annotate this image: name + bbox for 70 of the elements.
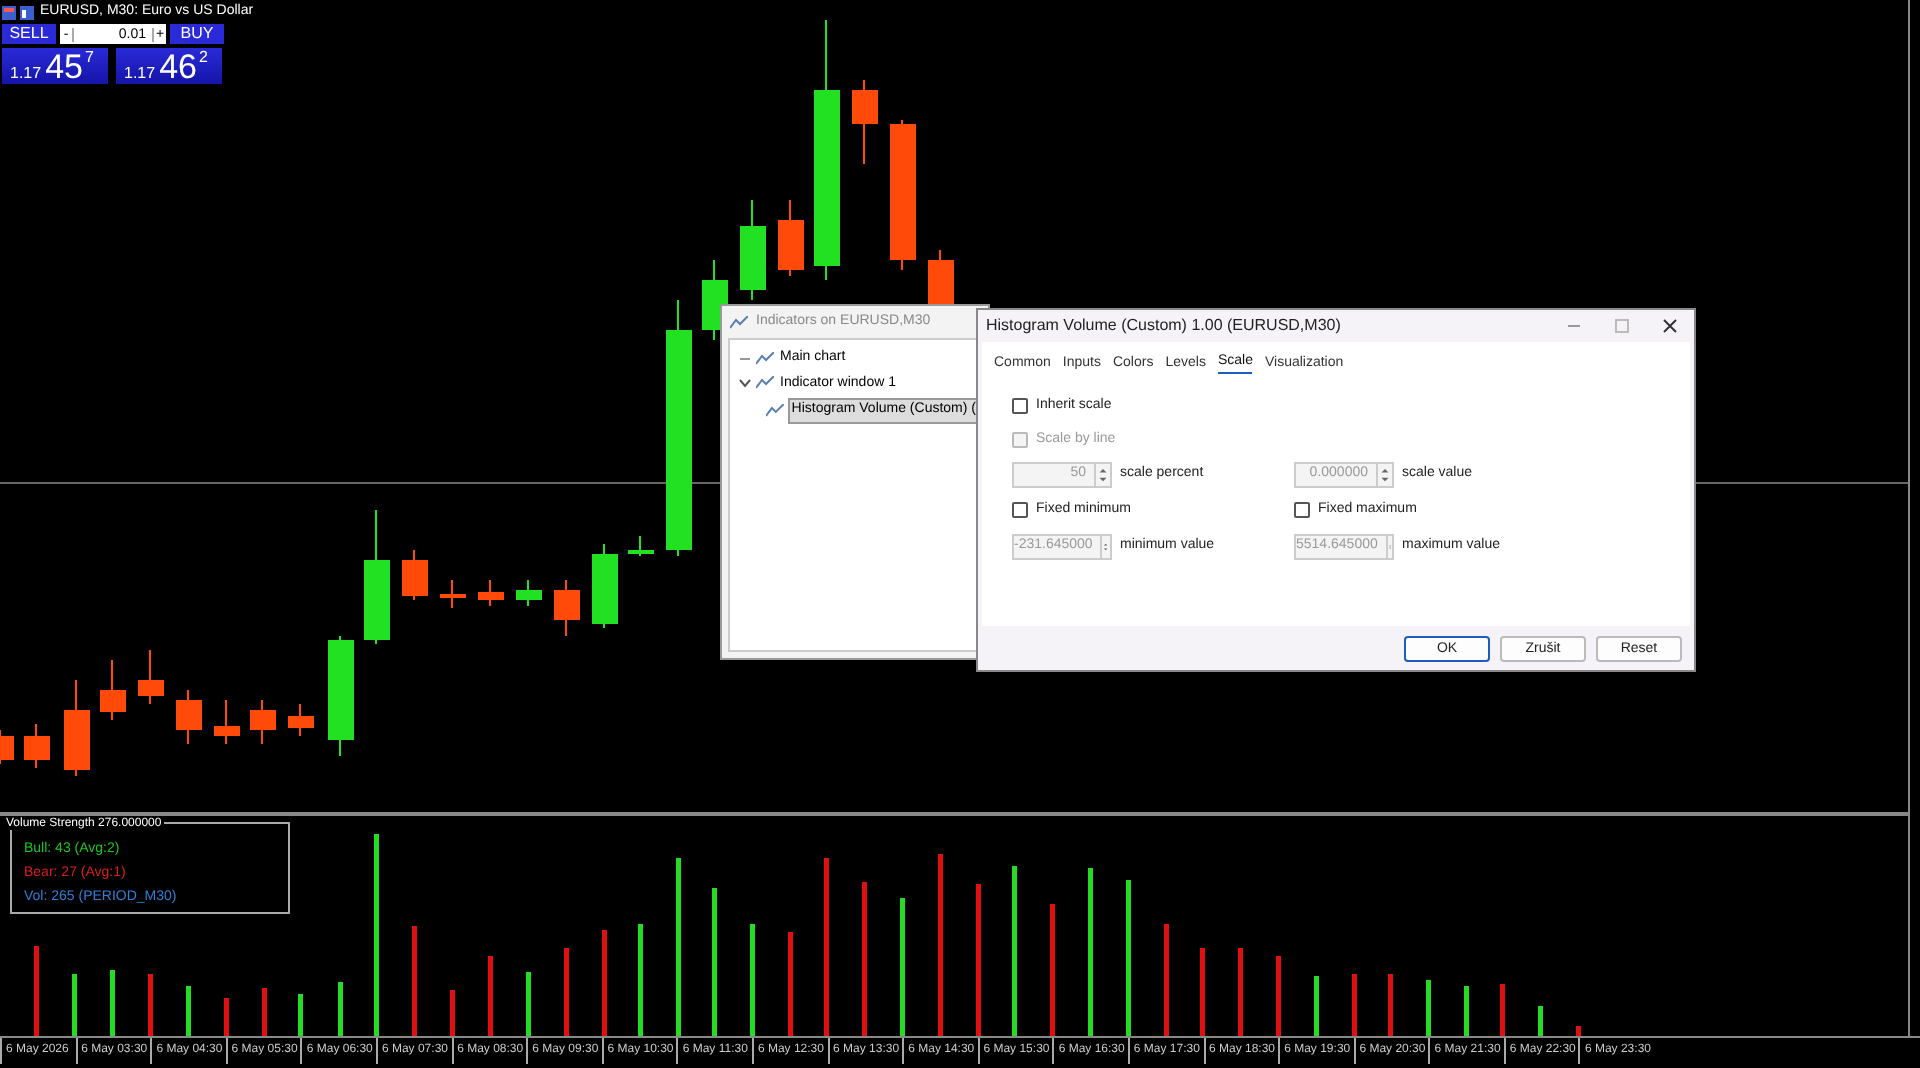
candle (364, 509, 390, 645)
candle (592, 543, 618, 629)
volume-bar (900, 898, 905, 1036)
volume-bar (224, 998, 229, 1036)
candle (740, 199, 766, 301)
line-chart-icon (730, 315, 748, 329)
checkbox[interactable] (1012, 398, 1028, 415)
candle (402, 549, 428, 601)
volume-bar (788, 932, 793, 1036)
candle (852, 79, 878, 165)
sell-button[interactable]: SELL (2, 24, 56, 44)
volume-bar (450, 990, 455, 1036)
volume-bar (1164, 924, 1169, 1036)
price-point: 2 (199, 50, 208, 66)
volume-bar (1464, 986, 1469, 1036)
price-point: 7 (85, 50, 94, 66)
candle (100, 659, 126, 721)
volume-bar (1276, 956, 1281, 1036)
dialog-title: Histogram Volume (Custom) 1.00 (EURUSD,M30) (986, 314, 1343, 338)
volume-bar (298, 994, 303, 1036)
candle (24, 723, 50, 769)
candle (288, 703, 314, 737)
volume-bar (1352, 974, 1357, 1036)
volume-bar (488, 956, 493, 1036)
chevron-down-icon[interactable] (738, 378, 752, 389)
checkbox[interactable] (1012, 502, 1028, 519)
candle (516, 579, 542, 607)
volume-bar (1576, 1026, 1581, 1036)
candle (554, 579, 580, 637)
tree-line-icon[interactable] (738, 353, 752, 364)
price-prefix: 1.17 (10, 66, 42, 82)
volume-bar (750, 924, 755, 1036)
candle (176, 689, 202, 745)
volume-bar (1538, 1006, 1543, 1036)
volume-bar (1200, 948, 1205, 1036)
volume-bar (412, 926, 417, 1036)
candle (138, 649, 164, 705)
volume-bar (1050, 904, 1055, 1036)
price-pips: 46 (159, 50, 197, 84)
volume-bar (638, 924, 643, 1036)
volume-bar (148, 974, 153, 1036)
volume-bar (1388, 974, 1393, 1036)
price-prefix: 1.17 (124, 66, 156, 82)
buy-button[interactable]: BUY (170, 24, 224, 44)
volume-bar (564, 948, 569, 1036)
checkbox[interactable] (1294, 502, 1310, 519)
candle (440, 579, 466, 609)
volume-bar (110, 970, 115, 1036)
chart-window-icon (2, 5, 34, 19)
candle (328, 635, 354, 757)
volume-bar (186, 986, 191, 1036)
close-icon[interactable] (1662, 318, 1678, 334)
volume-bar (1238, 948, 1243, 1036)
candle (778, 199, 804, 277)
volume-bar (1314, 976, 1319, 1036)
volume-bar (1426, 980, 1431, 1036)
volume-bar (602, 930, 607, 1036)
volume-bar (338, 982, 343, 1036)
candle (64, 679, 90, 777)
volume-bar (526, 972, 531, 1036)
candle (250, 699, 276, 745)
candle (214, 699, 240, 745)
candle (0, 729, 14, 765)
price-pips: 45 (45, 50, 83, 84)
candle (628, 535, 654, 557)
volume-bar (262, 988, 267, 1036)
volume-bar (34, 946, 39, 1036)
volume-bar (1500, 984, 1505, 1036)
volume-bar (72, 974, 77, 1036)
candle (478, 579, 504, 607)
